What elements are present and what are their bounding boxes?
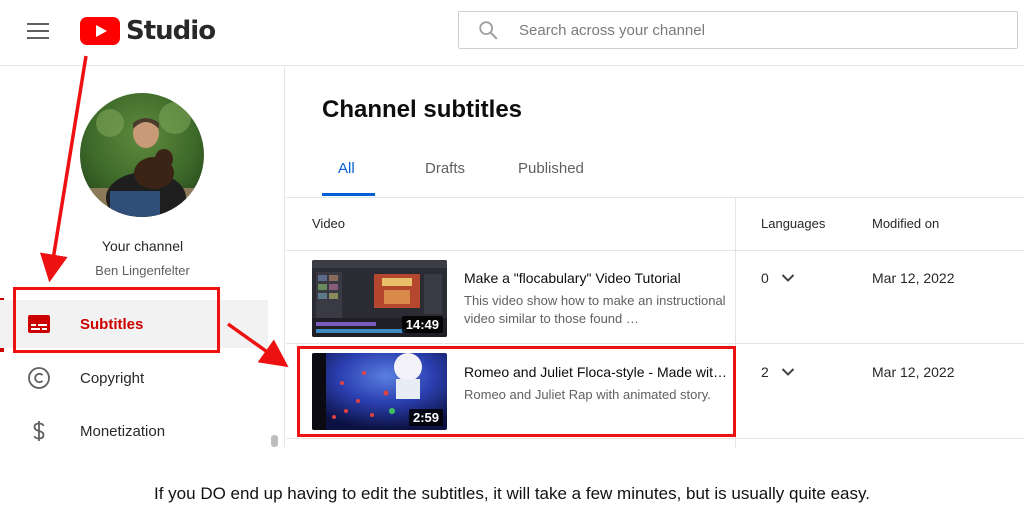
divider bbox=[286, 438, 1024, 439]
annotation-highlight-video-row bbox=[297, 346, 736, 437]
youtube-play-icon bbox=[80, 17, 120, 45]
tab-all[interactable]: All bbox=[338, 160, 355, 177]
logo-text: Studio bbox=[126, 16, 216, 46]
chevron-down-icon bbox=[781, 368, 795, 376]
caption-text: If you DO end up having to edit the subt… bbox=[154, 484, 870, 503]
divider bbox=[286, 250, 1024, 251]
languages-count: 0 bbox=[761, 270, 769, 286]
modified-date: Mar 12, 2022 bbox=[872, 364, 955, 380]
search-placeholder: Search across your channel bbox=[519, 21, 705, 39]
your-channel-label: Your channel bbox=[101, 238, 184, 254]
search-input[interactable]: Search across your channel bbox=[458, 11, 1018, 49]
page-title: Channel subtitles bbox=[322, 96, 523, 123]
studio-logo[interactable]: Studio bbox=[80, 15, 216, 47]
sidebar-item-label: Copyright bbox=[80, 369, 145, 387]
sidebar-item-label: Monetization bbox=[80, 422, 166, 440]
divider bbox=[286, 343, 1024, 344]
column-header-video: Video bbox=[312, 216, 346, 231]
avatar-photo bbox=[80, 93, 204, 217]
search-icon bbox=[479, 21, 498, 40]
languages-dropdown[interactable]: 2 bbox=[761, 364, 795, 380]
video-title[interactable]: Make a "flocabulary" Video Tutorial bbox=[464, 270, 732, 286]
annotation-highlight-subtitles bbox=[13, 287, 220, 353]
video-description: This video show how to make an instructi… bbox=[464, 292, 732, 328]
dollar-icon bbox=[26, 418, 52, 444]
languages-count: 2 bbox=[761, 364, 769, 380]
sidebar-item-copyright[interactable]: Copyright bbox=[0, 354, 268, 402]
video-duration: 14:49 bbox=[401, 316, 443, 333]
divider bbox=[286, 197, 1024, 198]
tab-drafts[interactable]: Drafts bbox=[425, 160, 465, 177]
languages-dropdown[interactable]: 0 bbox=[761, 270, 795, 286]
sidebar-item-monetization[interactable]: Monetization bbox=[0, 407, 268, 455]
menu-icon[interactable] bbox=[27, 20, 51, 40]
modified-date: Mar 12, 2022 bbox=[872, 270, 955, 286]
video-description-text: This video show how to make an instructi… bbox=[464, 293, 726, 326]
video-thumbnail[interactable]: 14:49 bbox=[312, 260, 447, 337]
tab-indicator bbox=[322, 193, 375, 196]
avatar[interactable] bbox=[80, 93, 204, 217]
column-header-modified[interactable]: Modified on bbox=[872, 216, 939, 231]
copyright-icon bbox=[26, 365, 52, 391]
column-header-languages[interactable]: Languages bbox=[761, 216, 825, 231]
chevron-down-icon bbox=[781, 274, 795, 282]
tab-published[interactable]: Published bbox=[518, 160, 584, 177]
scrollbar[interactable] bbox=[271, 435, 278, 447]
channel-name: Ben Lingenfelter bbox=[95, 263, 190, 278]
